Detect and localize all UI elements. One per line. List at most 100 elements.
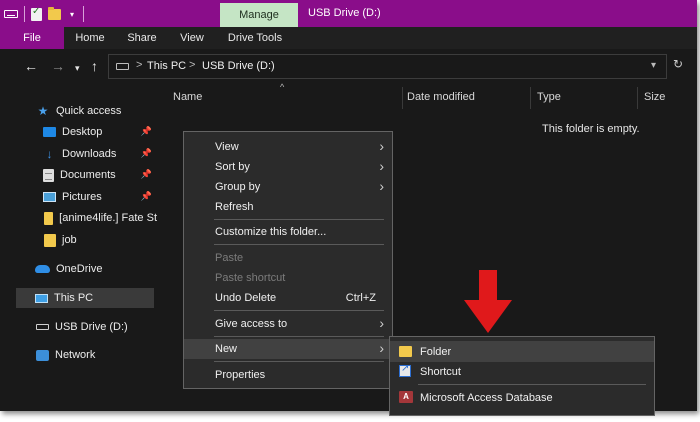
submenu-item-label: Folder <box>420 346 452 358</box>
sidebar-item-downloads[interactable]: ↓ Downloads 📌 <box>43 144 156 164</box>
navigation-pane: ★ Quick access Desktop 📌 ↓ Downloads 📌 D… <box>0 85 157 411</box>
red-down-arrow-icon <box>464 270 512 333</box>
window-title: USB Drive (D:) <box>308 7 381 19</box>
breadcrumb-separator: > <box>189 59 196 71</box>
drive-icon <box>116 63 129 70</box>
chevron-right-icon: › <box>379 340 384 356</box>
menu-divider <box>214 219 384 220</box>
refresh-icon[interactable]: ↻ <box>673 57 683 71</box>
chevron-right-icon: › <box>379 138 384 154</box>
column-divider[interactable] <box>530 87 531 109</box>
sidebar-item-label: Documents <box>60 169 116 181</box>
sidebar-item-pictures[interactable]: Pictures 📌 <box>43 187 156 207</box>
sidebar-item-label: job <box>62 234 77 246</box>
sidebar-item-onedrive[interactable]: OneDrive <box>35 259 156 279</box>
recent-locations-chevron-icon[interactable]: ▾ <box>75 60 80 76</box>
tab-home[interactable]: Home <box>64 27 116 49</box>
pin-icon: 📌 <box>140 169 152 179</box>
pin-icon: 📌 <box>140 148 152 158</box>
manage-tab[interactable]: Manage <box>220 3 298 27</box>
menu-item-label: Group by <box>215 181 261 193</box>
column-header-date-modified[interactable]: Date modified <box>407 91 475 103</box>
menu-item-label: Sort by <box>215 161 250 173</box>
properties-icon[interactable] <box>31 6 42 21</box>
chevron-right-icon: › <box>379 178 384 194</box>
chevron-down-icon[interactable]: ▾ <box>67 10 77 19</box>
submenu-item-label: Microsoft Access Database <box>420 392 553 404</box>
column-header-name[interactable]: Name <box>173 91 202 103</box>
menu-divider <box>418 384 646 385</box>
submenu-item-access-database[interactable]: A Microsoft Access Database <box>390 387 654 408</box>
address-dropdown-chevron-icon[interactable]: ▾ <box>651 60 656 71</box>
breadcrumb-usb-drive[interactable]: USB Drive (D:) <box>202 60 275 72</box>
menu-item-label: New <box>215 343 238 355</box>
network-icon <box>36 349 49 361</box>
access-icon: A <box>399 391 413 403</box>
column-divider[interactable] <box>402 87 403 109</box>
drive-icon[interactable] <box>4 10 18 18</box>
sidebar-item-label: [anime4life.] Fate St <box>59 212 157 224</box>
menu-item-label: Refresh <box>215 201 254 213</box>
menu-item-group-by[interactable]: Group by › <box>184 177 392 197</box>
menu-item-label: Undo Delete <box>215 292 277 304</box>
breadcrumb-this-pc[interactable]: This PC <box>147 60 186 72</box>
sidebar-item-label: Network <box>55 349 96 361</box>
menu-item-paste: Paste <box>184 248 392 268</box>
menu-item-paste-shortcut: Paste shortcut <box>184 268 392 288</box>
sidebar-item-desktop[interactable]: Desktop 📌 <box>43 122 156 142</box>
tab-view[interactable]: View <box>168 27 216 49</box>
toolbar-divider <box>24 6 25 22</box>
menu-item-shortcut: Ctrl+Z <box>345 292 376 304</box>
back-arrow-icon[interactable]: ← <box>24 58 38 74</box>
shortcut-icon <box>399 363 411 377</box>
column-header-type[interactable]: Type <box>537 91 561 103</box>
menu-item-sort-by[interactable]: Sort by › <box>184 157 392 177</box>
up-arrow-icon[interactable]: ↑ <box>91 58 98 74</box>
menu-item-refresh[interactable]: Refresh <box>184 197 392 217</box>
empty-folder-message: This folder is empty. <box>542 123 640 135</box>
context-menu: View › Sort by › Group by › Refresh Cust… <box>183 131 393 389</box>
sidebar-item-job[interactable]: job <box>44 230 157 250</box>
tab-file[interactable]: File <box>0 27 64 49</box>
tab-share[interactable]: Share <box>116 27 168 49</box>
menu-item-properties[interactable]: Properties <box>184 365 392 385</box>
sidebar-item-label: USB Drive (D:) <box>55 321 128 333</box>
submenu-item-folder[interactable]: Folder <box>390 341 654 362</box>
menu-item-give-access-to[interactable]: Give access to › <box>184 314 392 334</box>
tab-drive-tools[interactable]: Drive Tools <box>216 27 294 49</box>
download-icon: ↓ <box>46 147 53 161</box>
new-folder-icon[interactable] <box>48 6 61 20</box>
menu-item-undo-delete[interactable]: Undo Delete Ctrl+Z <box>184 288 392 308</box>
sidebar-item-documents[interactable]: Documents 📌 <box>43 165 156 185</box>
star-icon: ★ <box>37 104 49 118</box>
column-header-size[interactable]: Size <box>644 91 665 103</box>
sidebar-item-anime-folder[interactable]: [anime4life.] Fate St <box>44 208 157 228</box>
menu-divider <box>214 244 384 245</box>
address-bar[interactable]: > This PC > USB Drive (D:) ▾ <box>108 54 667 79</box>
menu-item-customize-folder[interactable]: Customize this folder... <box>184 222 392 242</box>
menu-item-label: View <box>215 141 239 153</box>
menu-item-label: Customize this folder... <box>215 226 327 238</box>
cloud-icon <box>35 265 50 273</box>
chevron-right-icon: › <box>379 315 384 331</box>
forward-arrow-icon[interactable]: → <box>51 58 65 74</box>
menu-item-view[interactable]: View › <box>184 137 392 157</box>
sidebar-item-quick-access[interactable]: ★ Quick access <box>36 101 156 121</box>
column-divider[interactable] <box>637 87 638 109</box>
quick-access-toolbar: ▾ <box>4 5 84 23</box>
usb-drive-icon <box>36 324 49 330</box>
sidebar-item-usb-drive[interactable]: USB Drive (D:) <box>36 317 156 337</box>
title-bar[interactable]: ▾ Manage USB Drive (D:) <box>0 0 697 27</box>
new-submenu: Folder Shortcut A Microsoft Access Datab… <box>389 336 655 416</box>
menu-item-label: Properties <box>215 369 266 381</box>
chevron-right-icon: › <box>379 158 384 174</box>
menu-divider <box>214 336 384 337</box>
sidebar-item-label: OneDrive <box>56 263 103 275</box>
menu-item-new[interactable]: New › <box>184 339 392 359</box>
sidebar-item-label: Desktop <box>62 126 103 138</box>
menu-item-label: Give access to <box>215 318 288 330</box>
sidebar-item-this-pc[interactable]: This PC <box>16 288 154 308</box>
sidebar-item-network[interactable]: Network <box>36 345 156 365</box>
submenu-item-shortcut[interactable]: Shortcut <box>390 361 654 382</box>
ribbon-tabs: File Home Share View Drive Tools <box>0 27 697 49</box>
